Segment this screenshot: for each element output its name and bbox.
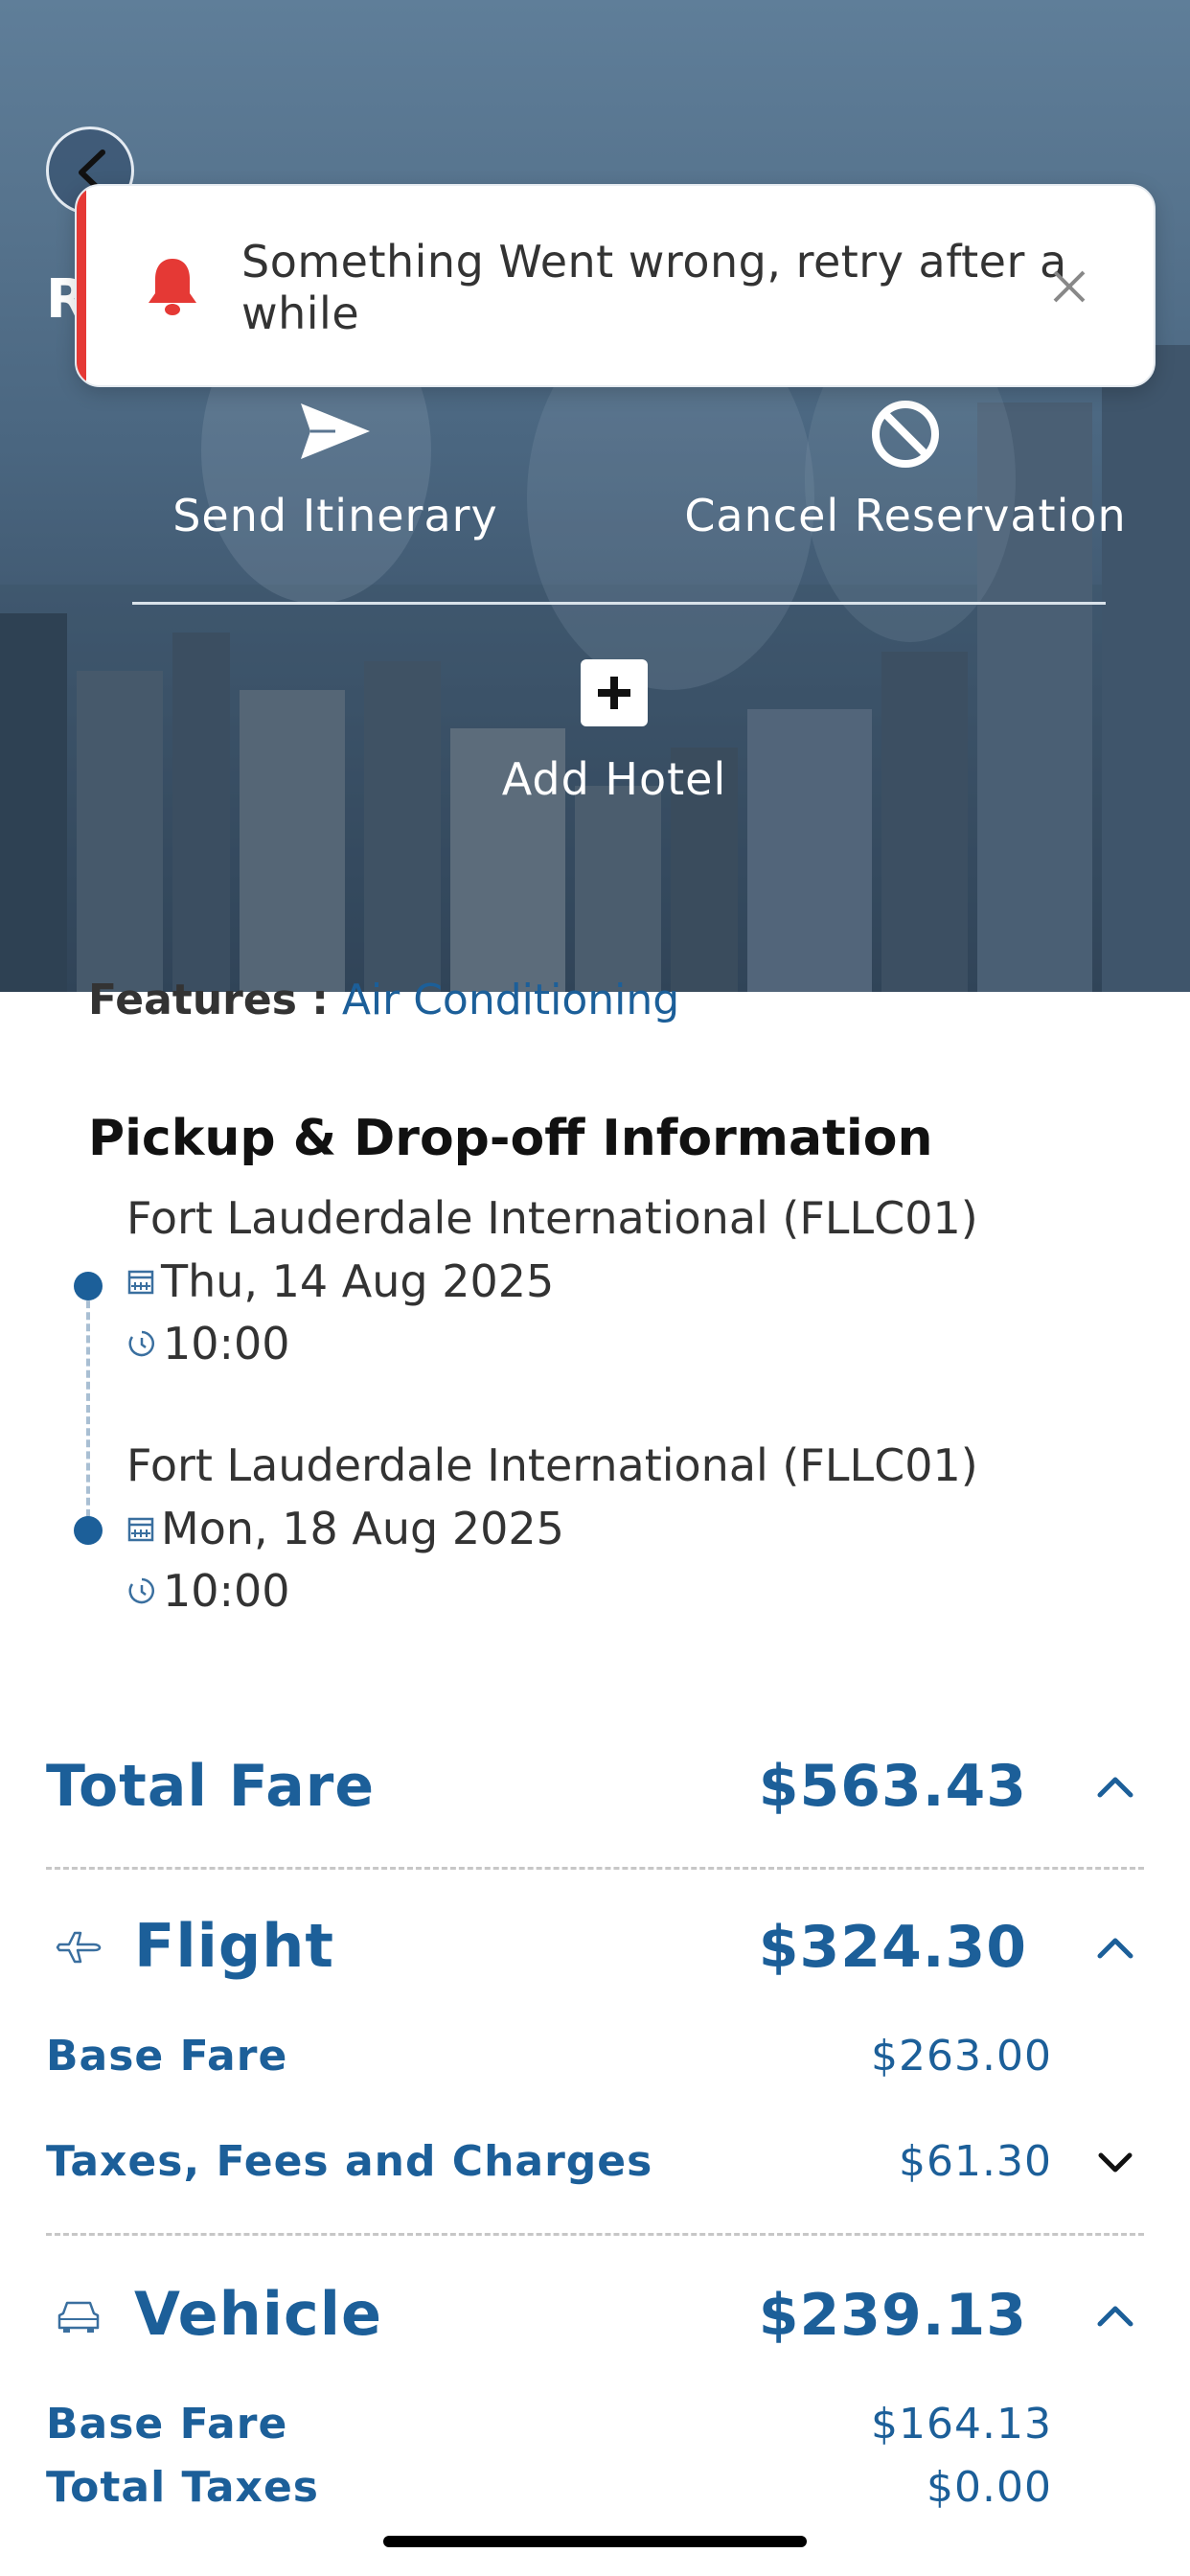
features-label: Features : xyxy=(88,976,329,1024)
total-fare-row[interactable]: Total Fare $563.43 xyxy=(46,1750,1144,1823)
pickup-location: Fort Lauderdale International (FLLC01) xyxy=(126,1192,978,1244)
cancel-reservation-button[interactable]: Cancel Reservation xyxy=(661,398,1150,541)
hero-divider xyxy=(132,602,1106,605)
add-hotel-button[interactable]: Add Hotel xyxy=(451,659,777,805)
home-indicator[interactable] xyxy=(383,2536,807,2547)
pickup-date-row: Thu, 14 Aug 2025 xyxy=(126,1255,554,1307)
dropoff-location: Fort Lauderdale International (FLLC01) xyxy=(126,1439,978,1491)
airplane-icon xyxy=(56,1931,102,1964)
toast-message: Something Went wrong, retry after a whil… xyxy=(241,236,1067,339)
pickup-time: 10:00 xyxy=(163,1318,290,1369)
vehicle-base-fare-row: Base Fare $164.13 xyxy=(46,2400,1052,2449)
pickup-date: Thu, 14 Aug 2025 xyxy=(161,1255,555,1307)
send-itinerary-button[interactable]: Send Itinerary xyxy=(134,398,537,541)
dropoff-dot xyxy=(74,1516,103,1545)
dropoff-date: Mon, 18 Aug 2025 xyxy=(161,1503,564,1554)
dropoff-time: 10:00 xyxy=(163,1565,290,1617)
flight-base-fare-label: Base Fare xyxy=(46,2032,288,2081)
flight-amount: $324.30 xyxy=(758,1914,1027,1981)
vehicle-base-fare-amount: $164.13 xyxy=(871,2400,1052,2449)
cancel-reservation-label: Cancel Reservation xyxy=(684,490,1127,541)
cancel-icon xyxy=(872,401,939,468)
chevron-down-icon[interactable] xyxy=(1096,2150,1134,2175)
send-icon xyxy=(301,403,370,459)
vehicle-base-fare-label: Base Fare xyxy=(46,2400,288,2449)
divider xyxy=(46,2233,1144,2236)
vehicle-amount: $239.13 xyxy=(758,2282,1027,2349)
features-value: Air Conditioning xyxy=(341,976,680,1024)
chevron-up-icon[interactable] xyxy=(1094,1772,1136,1801)
vehicle-fare-row[interactable]: Vehicle $239.13 xyxy=(46,2279,1144,2352)
clock-icon xyxy=(128,1330,154,1357)
hero-banner: R Send Itinerary Cancel Reservation Add … xyxy=(0,0,1190,992)
flight-taxes-label: Taxes, Fees and Charges xyxy=(46,2137,653,2186)
send-itinerary-label: Send Itinerary xyxy=(172,490,498,541)
vehicle-total-taxes-amount: $0.00 xyxy=(927,2463,1052,2512)
flight-taxes-amount: $61.30 xyxy=(899,2137,1052,2186)
flight-label: Flight xyxy=(134,1911,335,1981)
dropoff-time-row: 10:00 xyxy=(126,1565,290,1617)
calendar-icon xyxy=(127,1517,154,1542)
chevron-up-icon[interactable] xyxy=(1094,2301,1136,2330)
total-fare-amount: $563.43 xyxy=(758,1753,1027,1820)
bell-icon xyxy=(149,259,196,315)
features-line: Features : Air Conditioning xyxy=(88,976,679,1024)
vehicle-total-taxes-row: Total Taxes $0.00 xyxy=(46,2463,1052,2512)
car-icon xyxy=(57,2301,100,2333)
vehicle-label: Vehicle xyxy=(134,2279,383,2349)
close-icon[interactable] xyxy=(1051,268,1087,305)
flight-base-fare-row: Base Fare $263.00 xyxy=(46,2032,1052,2081)
plus-icon xyxy=(581,659,648,726)
add-hotel-label: Add Hotel xyxy=(501,753,727,805)
clock-icon xyxy=(128,1577,154,1604)
vehicle-total-taxes-label: Total Taxes xyxy=(46,2463,319,2512)
screen: R Send Itinerary Cancel Reservation Add … xyxy=(0,0,1190,2576)
divider xyxy=(46,1867,1144,1870)
dropoff-date-row: Mon, 18 Aug 2025 xyxy=(126,1503,564,1554)
toast-accent-bar xyxy=(77,186,86,385)
chevron-up-icon[interactable] xyxy=(1094,1933,1136,1962)
timeline-connector xyxy=(86,1289,90,1529)
error-toast: Something Went wrong, retry after a whil… xyxy=(75,184,1156,387)
flight-base-fare-amount: $263.00 xyxy=(871,2032,1052,2081)
flight-fare-row[interactable]: Flight $324.30 xyxy=(46,1911,1144,1984)
flight-taxes-row[interactable]: Taxes, Fees and Charges $61.30 xyxy=(46,2137,1144,2186)
pickup-dot xyxy=(74,1272,103,1300)
pickup-dropoff-title: Pickup & Drop-off Information xyxy=(88,1110,933,1167)
calendar-icon xyxy=(127,1270,154,1295)
pickup-time-row: 10:00 xyxy=(126,1318,290,1369)
total-fare-label: Total Fare xyxy=(46,1753,376,1820)
